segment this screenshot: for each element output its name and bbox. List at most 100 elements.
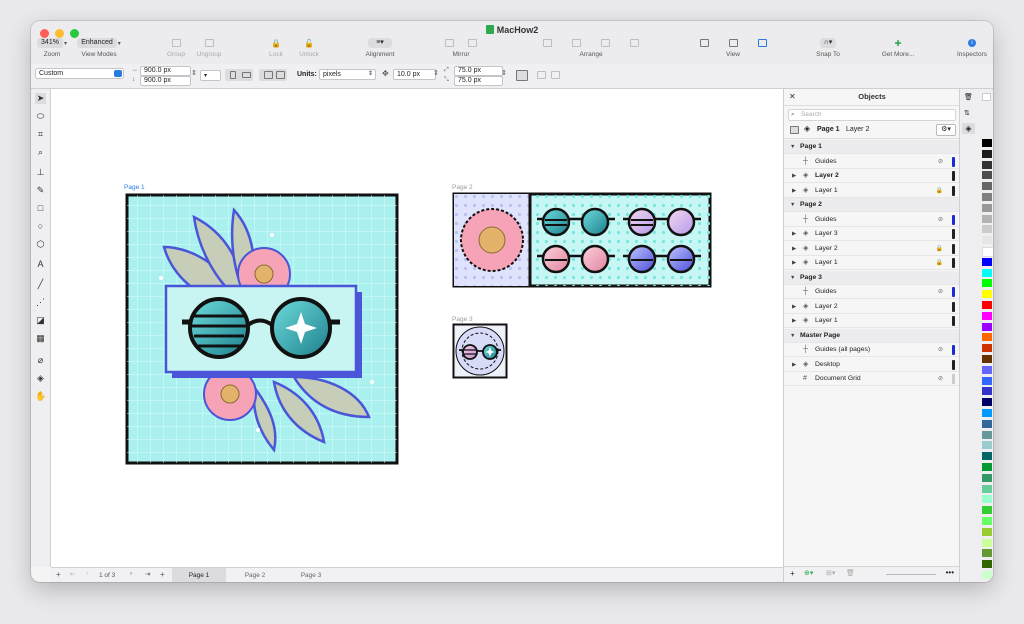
- color-swatch[interactable]: [982, 257, 992, 266]
- trash-icon[interactable]: 🗑: [846, 569, 855, 577]
- color-swatch[interactable]: [982, 193, 992, 201]
- print-off-icon[interactable]: ⊘: [938, 285, 943, 299]
- color-swatch[interactable]: [982, 203, 992, 212]
- layers-icon[interactable]: ◈: [962, 123, 975, 134]
- color-swatch[interactable]: [982, 409, 992, 417]
- layer-color-swatch[interactable]: [952, 156, 955, 167]
- objects-group-row[interactable]: ▼ Page 3: [784, 270, 960, 285]
- objects-layer-row[interactable]: # Document Grid ⊘: [784, 372, 960, 386]
- fill-tool-icon[interactable]: ◈: [35, 373, 46, 384]
- send-to-back-icon[interactable]: [630, 39, 639, 47]
- document-canvas[interactable]: Page 1 Page 2 Page 3: [51, 89, 783, 567]
- layer-color-swatch[interactable]: [952, 185, 955, 196]
- objects-layer-row[interactable]: ▶ ◈ Layer 2 🔒: [784, 242, 960, 256]
- zoom-value[interactable]: 341%: [37, 38, 63, 48]
- snap-to-control[interactable]: ∩▾ Snap To: [811, 38, 845, 58]
- objects-layer-row[interactable]: ┼ Guides ⊘: [784, 213, 960, 227]
- color-swatch[interactable]: [982, 139, 992, 147]
- brush-tool-icon[interactable]: ✎: [35, 185, 46, 196]
- facing-pages-icon[interactable]: [276, 71, 285, 79]
- add-layer-icon[interactable]: +: [790, 569, 795, 578]
- disclosure-closed-icon[interactable]: ▶: [792, 242, 796, 256]
- color-swatch[interactable]: [982, 571, 992, 579]
- pattern-tool-icon[interactable]: ▦: [35, 333, 46, 344]
- color-swatch[interactable]: [982, 171, 992, 180]
- lock-icon[interactable]: 🔒: [936, 242, 943, 256]
- bring-forward-icon[interactable]: [572, 39, 581, 47]
- color-swatch[interactable]: [982, 344, 992, 353]
- mirror-control[interactable]: Mirror: [443, 38, 479, 58]
- layer-color-swatch[interactable]: [952, 374, 955, 384]
- view-modes-control[interactable]: Enhanced ▾ View Modes: [73, 38, 125, 58]
- objects-layer-row[interactable]: ▶ ◈ Layer 3: [784, 227, 960, 241]
- objects-layer-row[interactable]: ▶ ◈ Layer 1 🔒: [784, 184, 960, 198]
- lock-icon[interactable]: 🔒: [936, 256, 943, 270]
- text-tool-icon[interactable]: A: [35, 259, 46, 270]
- color-swatch[interactable]: [982, 279, 992, 288]
- rectangle-tool-icon[interactable]: □: [35, 203, 46, 214]
- more-icon[interactable]: •••: [946, 568, 954, 577]
- layer-color-swatch[interactable]: [952, 171, 955, 181]
- page-orientation-menu[interactable]: ▾: [200, 70, 221, 81]
- disclosure-open-icon[interactable]: ▼: [790, 271, 795, 285]
- color-swatch[interactable]: [982, 463, 992, 471]
- add-sublayer-icon[interactable]: ⊕▾: [804, 569, 813, 577]
- reset-transform-icon[interactable]: [551, 71, 560, 79]
- view-mode-value[interactable]: Enhanced: [77, 38, 117, 48]
- thumbnail-size-slider[interactable]: [886, 574, 936, 575]
- connector-tool-icon[interactable]: ⋰: [35, 297, 46, 308]
- objects-layer-row[interactable]: ▶ ◈ Layer 2: [784, 169, 960, 183]
- print-off-icon[interactable]: ⊘: [938, 343, 943, 357]
- color-swatch[interactable]: [982, 517, 992, 525]
- color-swatch[interactable]: [982, 149, 992, 158]
- layer-options-icon[interactable]: ⊞▾: [826, 569, 835, 577]
- node-tool-icon[interactable]: ⬭: [35, 111, 46, 122]
- color-swatch[interactable]: [982, 214, 992, 223]
- tab-page-3[interactable]: Page 3: [284, 568, 338, 582]
- page-icon[interactable]: [790, 126, 799, 134]
- layer-color-swatch[interactable]: [952, 287, 955, 297]
- hand-tool-icon[interactable]: ✋: [35, 391, 46, 402]
- color-swatch[interactable]: [982, 236, 992, 245]
- crop-tool-icon[interactable]: ⌗: [35, 129, 46, 140]
- color-swatch[interactable]: [982, 549, 992, 558]
- page-2-label[interactable]: Page 2: [452, 184, 473, 191]
- disclosure-open-icon[interactable]: ▼: [790, 329, 795, 343]
- duplicate-offset-x-field[interactable]: 75.0 px: [454, 66, 503, 76]
- eyedropper-tool-icon[interactable]: ⌀: [35, 355, 46, 366]
- zoom-tool-icon[interactable]: ⌕: [35, 147, 46, 158]
- color-swatch[interactable]: [982, 376, 992, 385]
- disclosure-closed-icon[interactable]: ▶: [792, 169, 796, 183]
- color-swatch[interactable]: [982, 495, 992, 504]
- insert-page-icon[interactable]: +: [160, 570, 165, 579]
- color-swatch[interactable]: [982, 441, 992, 450]
- get-more-button[interactable]: ✚ Get More...: [877, 38, 919, 59]
- zoom-control[interactable]: 341% ▾ Zoom: [34, 38, 70, 58]
- color-swatch[interactable]: [982, 473, 992, 482]
- gear-icon[interactable]: ⚙▾: [936, 124, 956, 136]
- add-page-icon[interactable]: +: [56, 570, 61, 579]
- page-3-label[interactable]: Page 3: [452, 316, 473, 323]
- color-swatch[interactable]: [982, 301, 992, 309]
- tab-page-2[interactable]: Page 2: [228, 568, 282, 582]
- guides-icon[interactable]: [757, 39, 767, 47]
- previous-page-icon[interactable]: ‹: [86, 570, 88, 577]
- layer-color-swatch[interactable]: [952, 345, 955, 355]
- close-icon[interactable]: ✕: [789, 89, 796, 105]
- color-swatch[interactable]: [982, 419, 992, 428]
- portrait-icon[interactable]: [230, 71, 236, 79]
- polygon-tool-icon[interactable]: ⬡: [35, 239, 46, 250]
- color-swatch[interactable]: [982, 452, 992, 461]
- color-swatch[interactable]: [982, 430, 992, 439]
- units-select[interactable]: pixels ⇕: [319, 69, 376, 80]
- duplicate-offset-y-field[interactable]: 75.0 px: [454, 76, 503, 86]
- objects-layer-row[interactable]: ┼ Guides (all pages) ⊘: [784, 343, 960, 357]
- line-tool-icon[interactable]: ╱: [35, 279, 46, 290]
- color-swatch[interactable]: [982, 484, 992, 493]
- inspectors-button[interactable]: i Inspectors: [953, 38, 991, 58]
- objects-search-input[interactable]: ⌕ Search: [788, 109, 956, 121]
- layer-color-swatch[interactable]: [952, 359, 955, 370]
- objects-layer-row[interactable]: ▶ ◈ Layer 1: [784, 314, 960, 328]
- lock-button[interactable]: 🔒 Lock: [263, 38, 289, 59]
- disclosure-closed-icon[interactable]: ▶: [792, 256, 796, 270]
